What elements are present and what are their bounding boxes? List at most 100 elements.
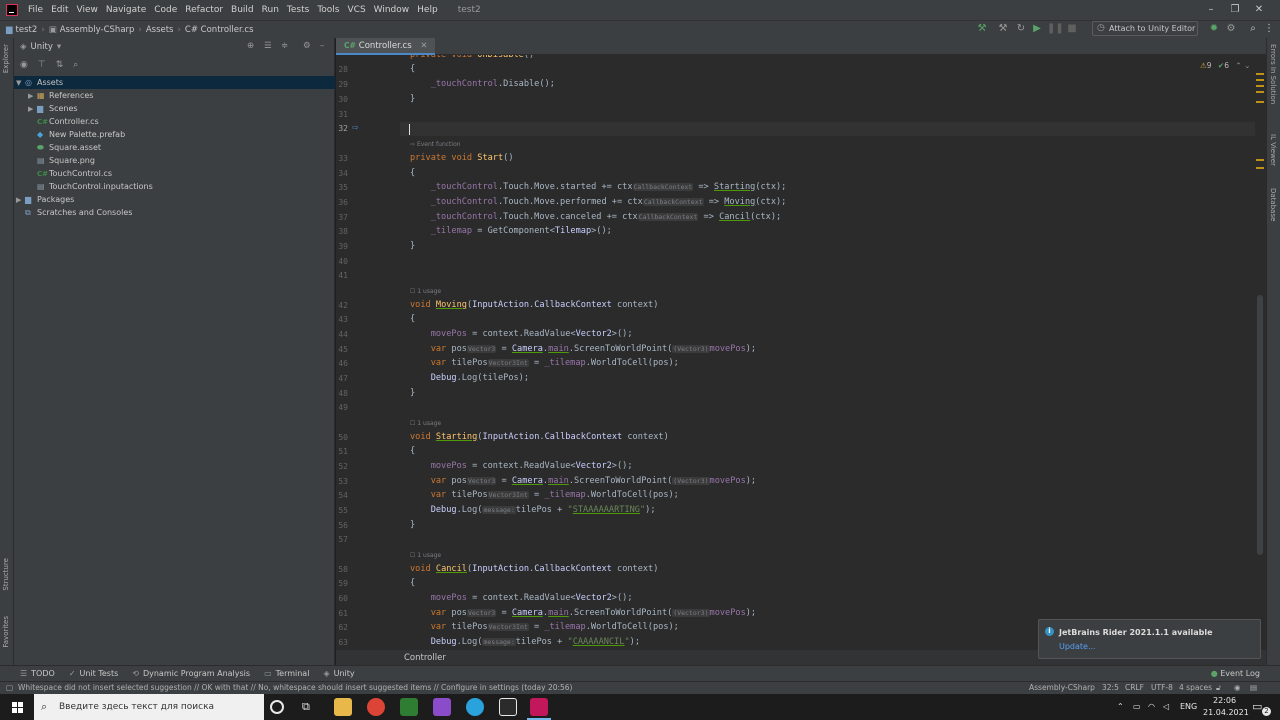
close-tab-icon[interactable]: ✕	[420, 41, 427, 51]
stripe-structure[interactable]: Structure	[2, 558, 10, 591]
tray-chevron-up-icon[interactable]: ⌃	[1117, 694, 1124, 720]
warning-marker[interactable]	[1256, 73, 1264, 75]
usage-hint[interactable]: ☐ 1 usage	[410, 552, 441, 559]
task-view-icon[interactable]: ⧉	[302, 700, 316, 714]
app-icon[interactable]	[433, 698, 451, 716]
collapse-all-icon[interactable]: ≑	[281, 41, 288, 51]
usage-hint[interactable]: ☐ 1 usage	[410, 288, 441, 295]
chevron-right-icon[interactable]: ▶	[16, 194, 25, 207]
rebuild-icon[interactable]: ⚒	[996, 22, 1010, 36]
breadcrumb-project[interactable]: test2	[16, 25, 38, 35]
tree-item-touchcontrol-cs[interactable]: C#TouchControl.cs	[37, 167, 112, 180]
chrome-icon[interactable]	[367, 698, 385, 716]
menu-help[interactable]: Help	[413, 5, 442, 15]
app-icon[interactable]	[400, 698, 418, 716]
code-editor[interactable]: private void OnDisable() { _touchControl…	[400, 55, 1255, 649]
build-hammer-icon[interactable]: ⚒	[975, 22, 989, 36]
memory-icon[interactable]: ▤	[1250, 682, 1257, 694]
add-method-icon[interactable]: ⇨	[352, 123, 359, 132]
menu-window[interactable]: Window	[370, 5, 414, 15]
filter-icon[interactable]: ⊤	[38, 60, 46, 70]
warning-marker[interactable]	[1256, 101, 1264, 103]
status-encoding[interactable]: UTF-8	[1151, 682, 1173, 694]
search-icon[interactable]: ⌕	[1246, 22, 1260, 36]
hide-icon[interactable]: –	[320, 41, 324, 51]
tree-item-square-png[interactable]: ▤ Square.png	[37, 154, 95, 167]
unity-app-icon[interactable]	[499, 698, 517, 716]
start-button[interactable]	[0, 694, 34, 720]
menu-code[interactable]: Code	[150, 5, 181, 15]
update-link[interactable]: Update...	[1059, 642, 1096, 651]
tree-item-square-asset[interactable]: ⬬ Square.asset	[37, 141, 101, 154]
chevron-down-icon[interactable]: ▾	[57, 42, 61, 52]
cortana-icon[interactable]	[270, 700, 284, 714]
warning-marker[interactable]	[1256, 91, 1264, 93]
stripe-il-viewer[interactable]: IL Viewer	[1269, 134, 1277, 166]
telegram-icon[interactable]	[466, 698, 484, 716]
warning-marker[interactable]	[1256, 79, 1264, 81]
tree-item-new-palette[interactable]: ◆ New Palette.prefab	[37, 128, 125, 141]
tree-item-controller-cs[interactable]: C#Controller.cs	[37, 115, 99, 128]
tree-item-packages[interactable]: ▶ ▆ Packages	[16, 193, 74, 206]
tree-item-scratches[interactable]: ⧉ Scratches and Consoles	[25, 206, 132, 219]
inspection-widget[interactable]: ⚠9 ✔6 ⌃ ⌄	[1200, 61, 1250, 70]
tool-tab-todo[interactable]: ☰ TODO	[20, 669, 55, 678]
chevron-up-icon[interactable]: ⌃	[1235, 61, 1241, 70]
tool-tab-unit-tests[interactable]: ✓ Unit Tests	[69, 669, 118, 678]
tool-tab-unity[interactable]: ◈ Unity	[323, 669, 354, 678]
tool-tab-dynamic-analysis[interactable]: ⟲ Dynamic Program Analysis	[132, 669, 250, 678]
menu-edit[interactable]: Edit	[47, 5, 72, 15]
menu-vcs[interactable]: VCS	[344, 5, 370, 15]
tab-controller-cs[interactable]: C# Controller.cs ✕	[336, 38, 436, 55]
expand-all-icon[interactable]: ☰	[264, 41, 272, 51]
more-icon[interactable]: ⋮	[1262, 22, 1276, 36]
tree-item-assets[interactable]: ▼ ◎ Assets	[14, 76, 335, 89]
refresh-icon[interactable]: ↻	[1014, 22, 1028, 36]
stripe-favorites[interactable]: Favorites	[2, 616, 10, 648]
language-indicator[interactable]: ENG	[1180, 694, 1197, 720]
status-message[interactable]: Whitespace did not insert selected sugge…	[18, 682, 578, 694]
menu-run[interactable]: Run	[258, 5, 283, 15]
run-icon[interactable]: ▶	[1030, 22, 1044, 36]
search-icon[interactable]: ⌕	[73, 60, 78, 70]
tree-item-scenes[interactable]: ▶ ▆ Scenes	[28, 102, 78, 115]
tree-item-touchcontrol-inputactions[interactable]: ▤ TouchControl.inputactions	[37, 180, 153, 193]
status-context[interactable]: Assembly-CSharp	[1029, 682, 1095, 694]
menu-tools[interactable]: Tools	[313, 5, 343, 15]
event-function-hint[interactable]: ⇨ Event function	[410, 141, 461, 148]
breadcrumb-assets[interactable]: Assets	[146, 25, 174, 35]
event-log-button[interactable]: ● Event Log	[1211, 666, 1260, 682]
file-explorer-icon[interactable]	[334, 698, 352, 716]
warning-marker[interactable]	[1256, 167, 1264, 169]
explorer-title[interactable]: Unity	[31, 42, 53, 52]
menu-tests[interactable]: Tests	[283, 5, 313, 15]
rider-app-icon[interactable]	[530, 698, 548, 716]
volume-icon[interactable]: ◁	[1163, 694, 1169, 720]
stripe-explorer[interactable]: Explorer	[2, 44, 10, 73]
menu-view[interactable]: View	[73, 5, 102, 15]
attach-to-unity-dropdown[interactable]: Attach to Unity Editor	[1092, 21, 1198, 36]
breadcrumb-assembly[interactable]: Assembly-CSharp	[60, 25, 135, 35]
menu-build[interactable]: Build	[227, 5, 258, 15]
menu-file[interactable]: File	[24, 5, 47, 15]
scrollbar-thumb[interactable]	[1257, 295, 1263, 555]
warning-marker[interactable]	[1256, 85, 1264, 87]
status-indent[interactable]: 4 spaces	[1179, 682, 1212, 694]
chevron-down-icon[interactable]: ⌄	[1244, 61, 1250, 70]
settings-gear-icon[interactable]: ⚙	[303, 41, 311, 51]
menu-refactor[interactable]: Refactor	[181, 5, 227, 15]
debug-icon[interactable]: ✹	[1207, 22, 1221, 36]
tree-item-references[interactable]: ▶ ▦ References	[28, 89, 93, 102]
error-stripe[interactable]	[1255, 55, 1266, 649]
warning-marker[interactable]	[1256, 159, 1264, 161]
settings-gear-icon[interactable]: ⚙	[1224, 22, 1238, 36]
autoscroll-icon[interactable]: ⇅	[56, 60, 64, 70]
close-button[interactable]: ✕	[1236, 0, 1280, 20]
tool-tab-terminal[interactable]: ▭ Terminal	[264, 669, 309, 678]
breadcrumb-file[interactable]: C# Controller.cs	[185, 25, 254, 35]
menu-navigate[interactable]: Navigate	[102, 5, 150, 15]
chevron-right-icon[interactable]: ▶	[28, 103, 37, 116]
locate-icon[interactable]: ⊕	[247, 41, 254, 51]
status-caret-position[interactable]: 32:5	[1102, 682, 1119, 694]
pause-icon[interactable]: ❚❚	[1047, 22, 1064, 36]
